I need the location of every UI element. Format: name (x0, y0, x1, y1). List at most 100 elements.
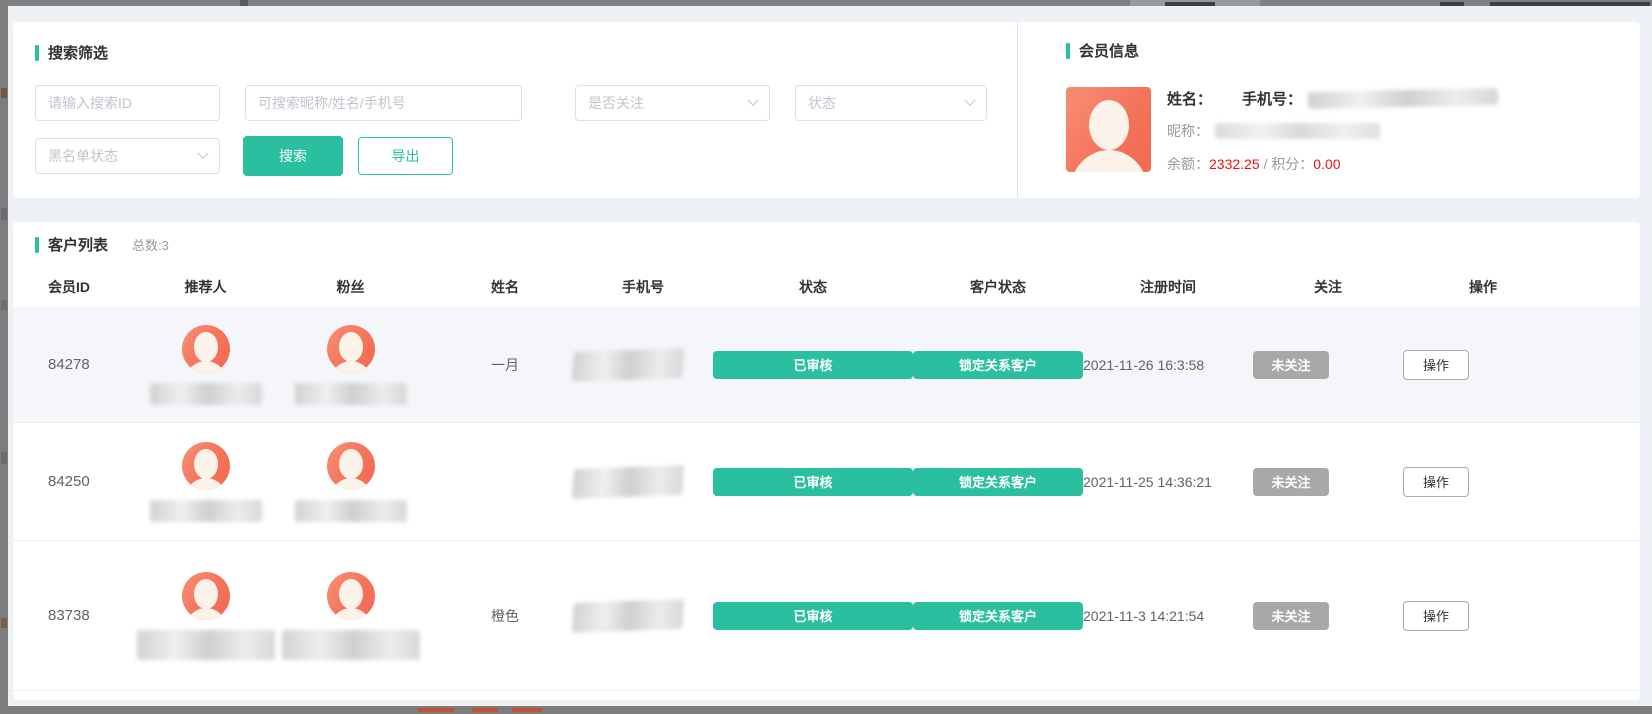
customer-status-badge: 锁定关系客户 (913, 602, 1083, 630)
col-follow: 关注 (1314, 277, 1342, 297)
avatar-shoulders-shape (329, 361, 373, 373)
follow-badge: 未关注 (1253, 468, 1329, 496)
action-button[interactable]: 操作 (1403, 601, 1469, 631)
section-title: 会员信息 (1079, 40, 1139, 61)
col-status: 状态 (799, 277, 827, 297)
member-avatar (1066, 87, 1151, 172)
redacted-referrer-name (150, 383, 262, 405)
search-button[interactable]: 搜索 (243, 136, 343, 176)
customer-status-badge: 锁定关系客户 (913, 351, 1083, 379)
member-id: 84250 (33, 473, 90, 490)
section-header: 会员信息 (1066, 40, 1640, 61)
status-badge: 已审核 (713, 602, 913, 630)
blacklist-select[interactable]: 黑名单状态 (35, 138, 220, 174)
total-count: 总数:3 (132, 235, 169, 254)
redacted-phone (1308, 88, 1498, 109)
avatar-shoulders-shape (184, 361, 228, 373)
section-title: 客户列表 (48, 234, 108, 255)
redacted-fan-name (295, 500, 407, 522)
action-button[interactable]: 操作 (1403, 467, 1469, 497)
action-button[interactable]: 操作 (1403, 350, 1469, 380)
edge-cut-content (418, 708, 454, 712)
follow-badge: 未关注 (1253, 602, 1329, 630)
admin-page: 搜索筛选 是否关注 状态 黑名单状态 (8, 6, 1652, 706)
search-id-input[interactable] (35, 85, 220, 121)
redacted-referrer-name (137, 630, 275, 660)
fans-cell (268, 572, 433, 660)
avatar-shoulders-shape (1070, 150, 1148, 172)
edge-cut-content (512, 708, 542, 712)
filter-row-1: 是否关注 状态 (35, 85, 1017, 121)
follow-select-placeholder: 是否关注 (588, 93, 644, 113)
col-register-time: 注册时间 (1140, 277, 1196, 297)
redacted-phone (572, 465, 684, 499)
avatar-head-shape (339, 449, 363, 479)
customer-name: 橙色 (433, 606, 519, 626)
col-phone: 手机号 (622, 277, 664, 297)
nickname-label: 昵称： (1167, 121, 1209, 141)
keyword-input[interactable] (245, 85, 522, 121)
referrer-avatar (182, 442, 230, 490)
section-header: 客户列表 总数:3 (13, 222, 1640, 255)
chevron-down-icon (197, 148, 208, 159)
member-name-phone-line: 姓名： 手机号： (1167, 89, 1498, 107)
table-row: 83738 橙色 已审核 锁定关系客户 2021-11-3 14:21:54 未… (13, 541, 1640, 691)
follow-select[interactable]: 是否关注 (575, 85, 770, 121)
separator-slash: / (1260, 156, 1272, 172)
referrer-avatar (182, 325, 230, 373)
follow-badge: 未关注 (1253, 351, 1329, 379)
avatar-head-shape (194, 579, 218, 609)
status-badge: 已审核 (713, 468, 913, 496)
balance-value: 2332.25 (1209, 156, 1260, 172)
redacted-nickname (1215, 123, 1380, 139)
status-select[interactable]: 状态 (795, 85, 987, 121)
avatar-shoulders-shape (184, 478, 228, 490)
balance-label: 余额： (1167, 154, 1209, 174)
member-id: 84278 (33, 356, 90, 373)
redacted-phone (572, 348, 684, 382)
accent-bar (35, 45, 39, 61)
chevron-down-icon (964, 95, 975, 106)
accent-bar (1066, 43, 1070, 59)
phone-label: 手机号： (1242, 88, 1302, 109)
col-referrer: 推荐人 (185, 277, 227, 297)
table-row: 84278 一月 已审核 锁定关系客户 2021-11-26 16:3:58 未… (13, 307, 1640, 423)
name-label: 姓名： (1167, 88, 1212, 109)
avatar-head-shape (194, 449, 218, 479)
window-edge-bottom (0, 706, 1652, 714)
col-action: 操作 (1469, 277, 1497, 297)
referrer-cell (143, 325, 268, 405)
col-fans: 粉丝 (337, 277, 365, 297)
member-details: 姓名： 手机号： 昵称： 余额： 2332.25 / (1167, 87, 1498, 173)
window-edge-left (0, 0, 8, 714)
avatar-head-shape (194, 332, 218, 362)
col-member-id: 会员ID (33, 277, 90, 297)
redacted-phone (572, 599, 684, 633)
edge-speck (1, 452, 7, 464)
section-title: 搜索筛选 (48, 42, 108, 63)
customer-name: 一月 (433, 355, 519, 375)
search-filter-section: 搜索筛选 是否关注 状态 黑名单状态 (13, 22, 1017, 198)
points-label: 积分： (1271, 154, 1313, 174)
edge-cut-content (472, 708, 498, 712)
status-badge: 已审核 (713, 351, 913, 379)
customer-list-card: 客户列表 总数:3 会员ID 推荐人 粉丝 姓名 手机号 状态 客户状态 注册时… (13, 222, 1640, 700)
fan-avatar (327, 572, 375, 620)
export-button[interactable]: 导出 (358, 137, 453, 175)
accent-bar (35, 237, 39, 253)
register-time: 2021-11-3 14:21:54 (1083, 608, 1253, 624)
blacklist-select-placeholder: 黑名单状态 (48, 146, 118, 166)
edge-speck (1, 88, 7, 98)
fan-avatar (327, 442, 375, 490)
edge-speck (1, 618, 7, 628)
table-row: 84250 已审核 锁定关系客户 2021-11-25 14:36:21 未关注… (13, 423, 1640, 541)
referrer-cell (143, 572, 268, 660)
redacted-referrer-name (150, 500, 262, 522)
member-id: 83738 (33, 607, 90, 624)
edge-speck (1, 208, 7, 220)
avatar-head-shape (1089, 100, 1129, 150)
member-info-section: 会员信息 姓名： 手机号： (1017, 22, 1640, 198)
member-body: 姓名： 手机号： 昵称： 余额： 2332.25 / (1066, 87, 1640, 173)
section-header: 搜索筛选 (35, 42, 1017, 63)
col-name: 姓名 (433, 277, 519, 297)
